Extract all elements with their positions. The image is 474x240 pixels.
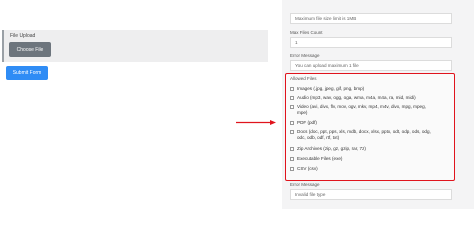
max-files-input[interactable]: 1 bbox=[290, 37, 452, 48]
error-message-label: Error Message bbox=[290, 53, 320, 58]
allowed-option-audio[interactable]: Audio (mp3, wav, ogg, oga, wma, m4a, m4a… bbox=[290, 95, 416, 101]
allowed-option-docs-cont: odc, odb, odf, rtf, txt) bbox=[297, 135, 340, 140]
error-message-input-2[interactable]: Invalid file type bbox=[290, 189, 452, 200]
allowed-option-pdf[interactable]: PDF (pdf) bbox=[290, 120, 317, 126]
max-files-label: Max Files Count bbox=[290, 30, 323, 35]
max-size-message-input[interactable]: Maximum file size limit is 1MB bbox=[290, 13, 452, 24]
allowed-files-group: Allowed Files Images (.jpg, jpeg, gif, p… bbox=[285, 73, 455, 181]
checkbox[interactable] bbox=[290, 105, 294, 109]
checkbox[interactable] bbox=[290, 87, 294, 91]
checkbox[interactable] bbox=[290, 147, 294, 151]
allowed-option-video[interactable]: Video (avi, divx, flv, mov, ogv, mkv, mp… bbox=[290, 104, 426, 110]
error-message-label-2: Error Message bbox=[290, 182, 320, 187]
checkbox[interactable] bbox=[290, 130, 294, 134]
error-message-input[interactable]: You can upload maximum 1 file bbox=[290, 60, 452, 71]
allowed-option-images[interactable]: Images (.jpg, jpeg, gif, png, bmp) bbox=[290, 86, 364, 92]
submit-form-button[interactable]: Submit Form bbox=[6, 66, 48, 80]
checkbox[interactable] bbox=[290, 121, 294, 125]
arrow-right-icon bbox=[236, 120, 276, 125]
choose-file-button[interactable]: Choose File bbox=[9, 42, 51, 57]
allowed-option-csv[interactable]: CSV (csv) bbox=[290, 166, 318, 172]
file-upload-field: File Upload Choose File bbox=[2, 30, 268, 62]
checkbox[interactable] bbox=[290, 167, 294, 171]
allowed-option-video-cont: mpe) bbox=[297, 110, 308, 115]
file-upload-label: File Upload bbox=[10, 33, 36, 39]
allowed-files-label: Allowed Files bbox=[290, 76, 317, 81]
checkbox[interactable] bbox=[290, 157, 294, 161]
checkbox[interactable] bbox=[290, 96, 294, 100]
allowed-option-exe[interactable]: Executable Files (exe) bbox=[290, 156, 342, 162]
allowed-option-zip[interactable]: Zip Archives (zip, gz, gzip, rar, 7z) bbox=[290, 146, 366, 152]
